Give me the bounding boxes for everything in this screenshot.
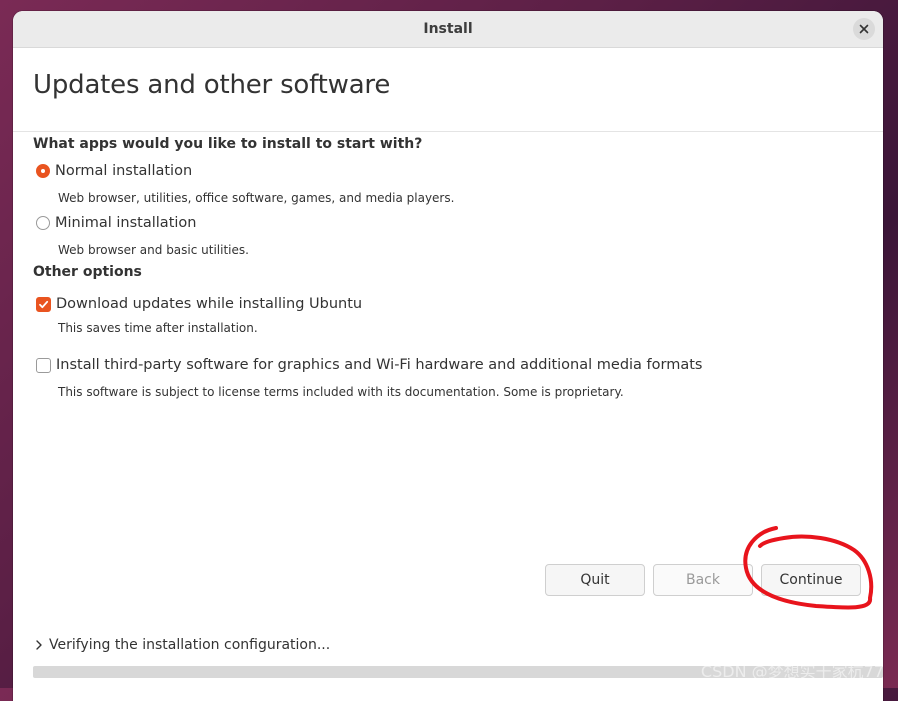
page-header: Updates and other software (13, 48, 883, 132)
close-button[interactable] (853, 18, 875, 40)
title-bar[interactable]: Install (13, 11, 883, 48)
other-options-heading: Other options (33, 264, 142, 280)
download-updates-description: This saves time after installation. (58, 321, 258, 335)
third-party-software-label: Install third-party software for graphic… (56, 357, 703, 373)
normal-installation-option[interactable]: Normal installation (36, 163, 192, 179)
normal-installation-description: Web browser, utilities, office software,… (58, 191, 455, 205)
status-text: Verifying the installation configuration… (49, 637, 331, 653)
apps-section-heading: What apps would you like to install to s… (33, 136, 423, 152)
csdn-watermark: CSDN @梦想实干家杭77 (700, 662, 884, 681)
minimal-installation-option[interactable]: Minimal installation (36, 215, 196, 231)
third-party-software-description: This software is subject to license term… (58, 385, 624, 399)
third-party-software-option[interactable]: Install third-party software for graphic… (36, 357, 702, 373)
minimal-installation-radio[interactable] (36, 216, 50, 230)
close-icon (859, 24, 869, 34)
normal-installation-label: Normal installation (55, 163, 193, 179)
checkmark-icon (39, 300, 49, 308)
installer-window: Install Updates and other software What … (13, 11, 883, 701)
minimal-installation-description: Web browser and basic utilities. (58, 243, 249, 257)
normal-installation-radio[interactable] (36, 164, 50, 178)
back-button[interactable]: Back (653, 564, 753, 596)
status-expander[interactable]: Verifying the installation configuration… (35, 637, 330, 653)
download-updates-option[interactable]: Download updates while installing Ubuntu (36, 296, 362, 312)
download-updates-label: Download updates while installing Ubuntu (56, 296, 363, 312)
chevron-right-icon (36, 640, 42, 650)
minimal-installation-label: Minimal installation (55, 215, 197, 231)
page-title: Updates and other software (33, 70, 391, 100)
third-party-software-checkbox[interactable] (36, 357, 51, 373)
window-title: Install (423, 21, 473, 37)
download-updates-checkbox[interactable] (36, 296, 51, 312)
continue-button[interactable]: Continue (761, 564, 861, 596)
quit-button[interactable]: Quit (545, 564, 645, 596)
